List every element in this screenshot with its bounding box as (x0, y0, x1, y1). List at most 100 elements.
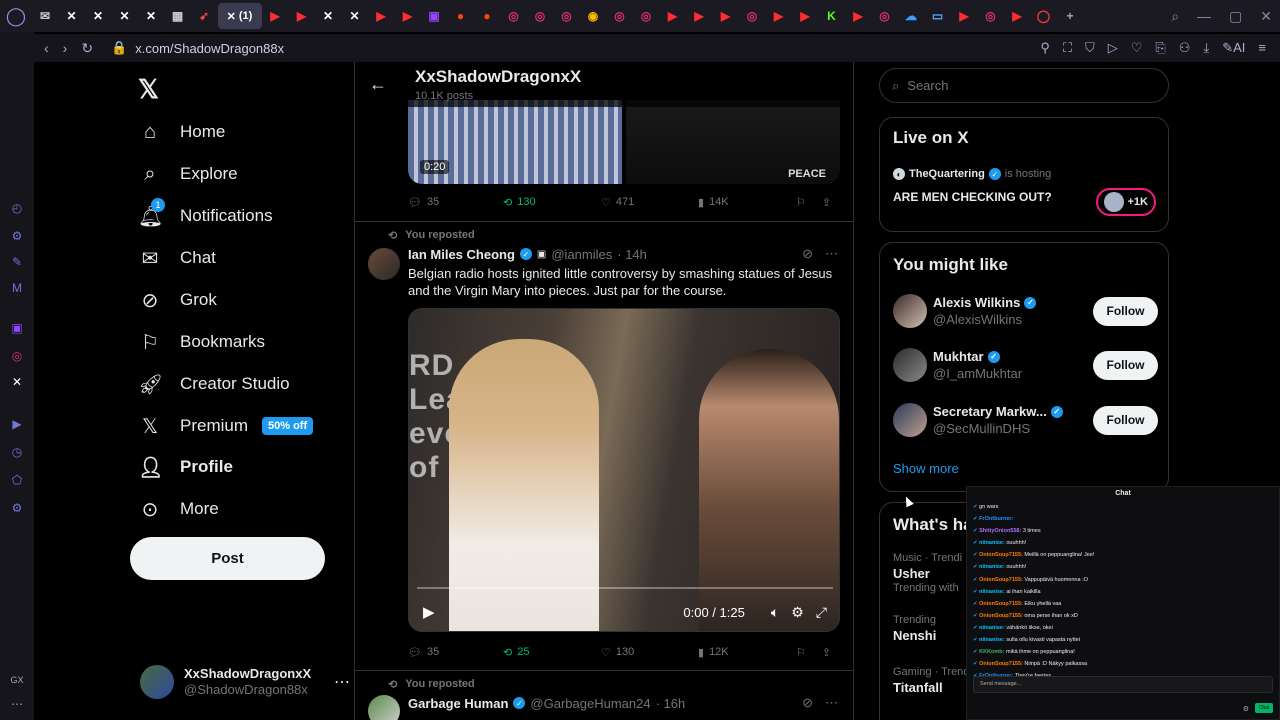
browser-tab[interactable]: ✉ (32, 3, 58, 29)
twitch-icon[interactable]: ▣ (9, 320, 25, 336)
gx-icon[interactable]: GX (9, 672, 25, 688)
chat-username[interactable]: ShittyOnion558: (979, 528, 1021, 534)
reload-icon[interactable]: ↻ (81, 40, 93, 57)
speed-dial-icon[interactable]: ◴ (9, 200, 25, 216)
browser-tab[interactable]: ☁ (898, 3, 924, 29)
more-dots-icon[interactable]: ⋯ (825, 695, 838, 711)
post-time[interactable]: · 16h (656, 696, 686, 711)
browser-tab[interactable]: ▦ (165, 3, 191, 29)
nav-item-bookmarks[interactable]: ⚐ Bookmarks (138, 322, 265, 362)
volume-icon[interactable]: 🔈︎ (771, 604, 779, 621)
maximize-icon[interactable]: ▢ (1229, 8, 1242, 25)
chat-settings-icon[interactable]: ⚙ (1243, 705, 1249, 713)
chat-username[interactable]: niinanise: (979, 637, 1005, 643)
browser-tab[interactable]: ◎ (501, 3, 527, 29)
nav-item-chat[interactable]: ✉ Chat (138, 238, 216, 278)
instagram-icon[interactable]: ◎ (9, 348, 25, 364)
grok-icon[interactable]: ⊘ (802, 246, 813, 262)
browser-tab[interactable]: ▶ (395, 3, 421, 29)
follow-button[interactable]: Follow (1093, 350, 1158, 380)
author-name[interactable]: Garbage Human (408, 696, 508, 711)
pencil-icon[interactable]: ✎ (9, 254, 25, 270)
chat-username[interactable]: OnionSoup7155: (979, 552, 1023, 558)
avatar[interactable] (368, 695, 400, 720)
browser-tab[interactable]: ▶ (792, 3, 818, 29)
browser-tab[interactable]: ◎ (607, 3, 633, 29)
browser-tab[interactable]: ◎ (739, 3, 765, 29)
trend-item[interactable]: Gaming · Trenc Titanfall (893, 665, 969, 695)
video-thumbnail[interactable]: 0:20 (408, 100, 622, 184)
reply-button[interactable]: 💬︎ 35 (408, 196, 503, 209)
settings-icon[interactable]: ⚙ (791, 604, 804, 621)
browser-tab[interactable]: ◯ (1031, 3, 1057, 29)
browser-tab[interactable]: ✕ (138, 3, 164, 29)
browser-tab[interactable]: ➶ (191, 3, 217, 29)
browser-tab[interactable]: ▭ (925, 3, 951, 29)
like-button[interactable]: ♡ 130 (601, 646, 698, 659)
minimize-icon[interactable]: — (1197, 8, 1211, 24)
browser-tab[interactable]: ▶ (766, 3, 792, 29)
browser-tab[interactable]: ✕ (1) (217, 3, 262, 29)
chat-username[interactable]: niinanise: (979, 540, 1005, 546)
grok-icon[interactable]: ⊘ (802, 695, 813, 711)
back-arrow-icon[interactable]: ← (369, 74, 387, 95)
nav-item-creator-studio[interactable]: 🚀︎ Creator Studio (138, 364, 290, 404)
account-icon[interactable]: ⚇ (1179, 40, 1191, 56)
video-player[interactable]: RD Leading evoluti of audi ▶ 0:00 / 1:25… (408, 308, 840, 632)
browser-tab[interactable]: ✕ (59, 3, 85, 29)
author-handle[interactable]: @GarbageHuman24 (530, 696, 650, 711)
browser-tab[interactable]: ● (448, 3, 474, 29)
browser-tab[interactable]: ● (474, 3, 500, 29)
snapshot-icon[interactable]: ⛶ (1063, 40, 1072, 56)
share-icon[interactable]: ⇪ (822, 646, 831, 659)
follow-button[interactable]: Follow (1093, 296, 1158, 326)
back-icon[interactable]: ‹ (44, 40, 49, 57)
browser-tab[interactable]: ▶ (1004, 3, 1030, 29)
browser-tab[interactable]: K (819, 3, 845, 29)
x-logo-icon[interactable]: 𝕏 (138, 74, 159, 105)
menu-icon[interactable]: ≡ (1258, 40, 1266, 56)
more-dots-icon[interactable]: ⋯ (825, 246, 838, 262)
chat-username[interactable]: KKKomb: (979, 649, 1004, 655)
extensions-icon[interactable]: ⬠ (9, 472, 25, 488)
browser-tab[interactable]: ✕ (315, 3, 341, 29)
play-icon[interactable]: ▶ (423, 603, 435, 621)
repost-button[interactable]: ⟲ 25 (503, 646, 601, 659)
repost-indicator[interactable]: ⟲ You reposted (388, 678, 475, 691)
browser-tab[interactable]: ◉ (580, 3, 606, 29)
nav-item-grok[interactable]: ⊘ Grok (138, 280, 217, 320)
messenger-icon[interactable]: M (9, 280, 25, 296)
chat-username[interactable]: OnionSoup7155: (979, 601, 1023, 607)
settings-icon[interactable]: ⚙ (9, 500, 25, 516)
views-button[interactable]: ▮ 12K (698, 646, 796, 659)
fullscreen-icon[interactable]: ⤢ (816, 604, 827, 621)
chat-username[interactable]: niinanise: (979, 589, 1005, 595)
history-icon[interactable]: ◷ (9, 444, 25, 460)
follow-button[interactable]: Follow (1093, 405, 1158, 435)
browser-tab[interactable]: ▶ (686, 3, 712, 29)
play-icon[interactable]: ▷ (1108, 40, 1118, 56)
share-icon[interactable]: ⎘ (1155, 40, 1165, 56)
browser-tab[interactable]: ▶ (713, 3, 739, 29)
live-host[interactable]: ◐ TheQuartering ✓ is hosting (893, 168, 1051, 180)
browser-tab[interactable]: ◎ (978, 3, 1004, 29)
ai-button[interactable]: ✎AI (1222, 40, 1245, 56)
suggested-user[interactable]: Secretary Markw... ✓ @SecMullinDHS Follow (893, 400, 1158, 440)
browser-tab[interactable]: ◎ (872, 3, 898, 29)
nav-item-home[interactable]: ⌂ Home (138, 112, 225, 152)
live-listeners[interactable]: +1K (1095, 188, 1156, 216)
trend-item[interactable]: Music · Trendi Usher Trending with (893, 551, 962, 596)
nav-item-profile[interactable]: 👤︎ Profile (138, 447, 233, 487)
bookmark-icon[interactable]: ⚐ (796, 196, 806, 209)
browser-tab[interactable]: ▶ (660, 3, 686, 29)
chat-input[interactable]: Send message... (973, 676, 1273, 693)
new-tab-button[interactable]: + (1057, 3, 1083, 29)
chat-username[interactable]: niinanise: (979, 564, 1005, 570)
browser-tab[interactable]: ◎ (527, 3, 553, 29)
author-name[interactable]: Ian Miles Cheong (408, 247, 515, 262)
post-media[interactable]: 0:20 PEACE (408, 100, 840, 184)
gx-corner-icon[interactable]: ⚙ (9, 228, 25, 244)
image-thumbnail[interactable]: PEACE (626, 100, 840, 184)
author-handle[interactable]: @ianmiles (551, 247, 612, 262)
repost-indicator[interactable]: ⟲ You reposted (388, 229, 475, 242)
